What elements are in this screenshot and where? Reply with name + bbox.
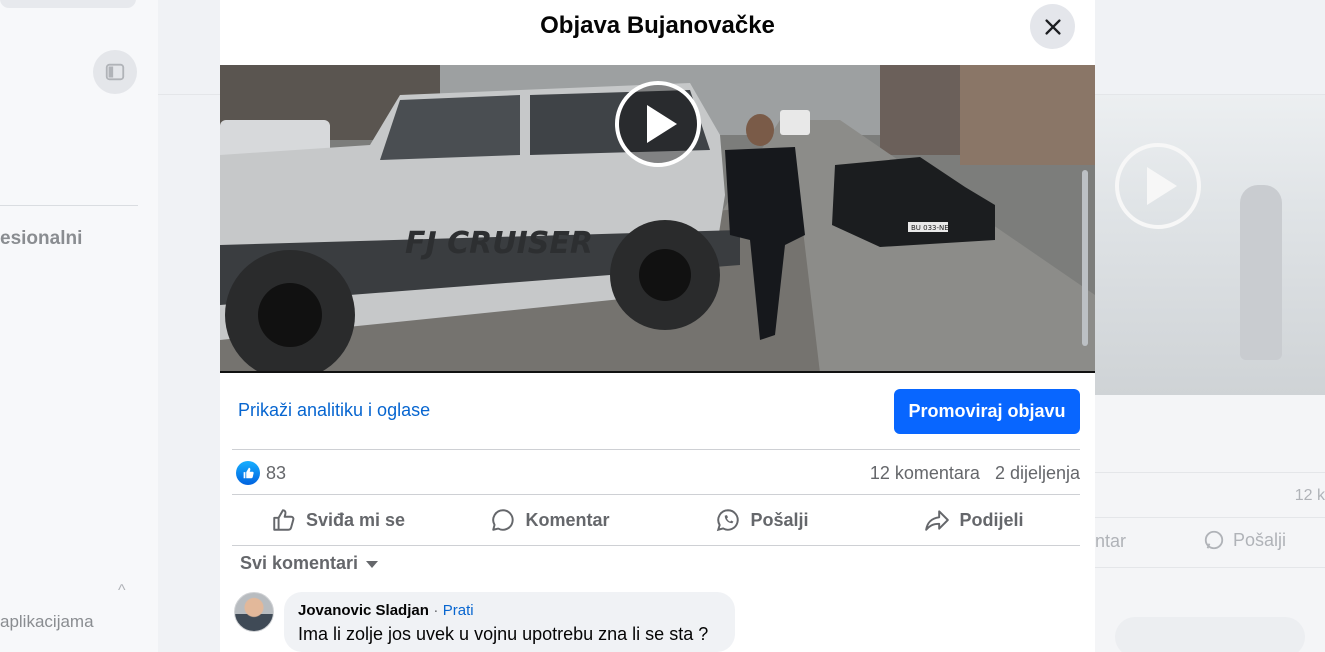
video-player[interactable]: FJ CRUISER BU 033-NE bbox=[220, 65, 1095, 373]
follow-link[interactable]: Prati bbox=[443, 602, 474, 619]
whatsapp-icon bbox=[717, 509, 740, 532]
comment-separator: · bbox=[433, 602, 439, 619]
share-button[interactable]: Podijeli bbox=[868, 498, 1080, 542]
post-modal: Objava Bujanovačke FJ CRUISER BU 033-NE … bbox=[220, 0, 1095, 652]
background-divider bbox=[1095, 472, 1325, 473]
license-plate-text: BU 033-NE bbox=[911, 224, 949, 232]
background-send-label: Pošalji bbox=[1233, 529, 1287, 550]
vehicle-decal-text: FJ CRUISER bbox=[405, 226, 593, 261]
promote-post-button[interactable]: Promoviraj objavu bbox=[894, 389, 1080, 434]
reaction-count: 83 bbox=[266, 462, 287, 483]
background-comment-input bbox=[1115, 617, 1305, 652]
sidebar-apps-label: aplikacijama bbox=[0, 612, 94, 631]
thumbs-up-icon bbox=[273, 509, 295, 531]
background-divider bbox=[1095, 567, 1325, 568]
like-icon bbox=[236, 461, 260, 485]
sort-label: Svi komentari bbox=[240, 553, 359, 573]
whatsapp-icon bbox=[1204, 530, 1224, 550]
background-send-action: Pošalji bbox=[1203, 529, 1286, 551]
divider bbox=[232, 494, 1080, 495]
comment-button[interactable]: Komentar bbox=[444, 498, 656, 542]
send-button[interactable]: Pošalji bbox=[656, 498, 868, 542]
comments-count-link[interactable]: 12 komentara bbox=[870, 463, 980, 484]
sidebar-collapse-button[interactable] bbox=[93, 50, 137, 94]
modal-header: Objava Bujanovačke bbox=[220, 0, 1095, 54]
post-actions: Sviđa mi se Komentar Pošalji Podijeli bbox=[232, 498, 1080, 542]
close-button[interactable] bbox=[1030, 4, 1075, 49]
modal-title: Objava Bujanovačke bbox=[540, 12, 775, 39]
background-person-silhouette bbox=[1240, 185, 1282, 360]
chevron-up-icon: ^ bbox=[118, 582, 126, 599]
avatar[interactable] bbox=[234, 592, 274, 632]
comment-text: Ima li zolje jos uvek u vojnu upotrebu z… bbox=[298, 624, 709, 644]
comment-sort-dropdown[interactable]: Svi komentari bbox=[240, 553, 379, 574]
comment-author[interactable]: Jovanovic Sladjan bbox=[298, 602, 429, 619]
background-post: 12 k ntar Pošalji bbox=[1095, 95, 1325, 652]
comment-icon bbox=[492, 509, 515, 531]
sidebar-divider bbox=[0, 205, 138, 206]
modal-scrollbar[interactable] bbox=[1082, 170, 1088, 346]
play-button[interactable] bbox=[615, 81, 701, 167]
divider bbox=[232, 449, 1080, 450]
caret-down-icon bbox=[366, 561, 379, 568]
background-divider bbox=[1095, 517, 1325, 518]
share-label: Podijeli bbox=[959, 509, 1024, 530]
sidebar-search-pill bbox=[0, 0, 136, 8]
background-video-thumbnail bbox=[1095, 95, 1325, 395]
background-comment-count: 12 k bbox=[1294, 487, 1325, 504]
analytics-link[interactable]: Prikaži analitiku i oglase bbox=[238, 400, 430, 421]
shares-count-link[interactable]: 2 dijeljenja bbox=[995, 463, 1080, 484]
send-label: Pošalji bbox=[750, 509, 809, 530]
engagement-counts: 12 komentara 2 dijeljenja bbox=[870, 463, 1080, 484]
reactions-summary[interactable]: 83 bbox=[236, 461, 286, 485]
close-icon bbox=[1044, 18, 1061, 35]
sidebar-collapse-icon bbox=[105, 63, 125, 81]
background-play-icon bbox=[1115, 143, 1201, 229]
like-label: Sviđa mi se bbox=[305, 509, 406, 530]
sidebar-section-label: esionalni bbox=[0, 228, 83, 249]
comment-label: Komentar bbox=[525, 509, 610, 530]
left-sidebar: esionalni ^ aplikacijama bbox=[0, 0, 158, 652]
background-comment-action: ntar bbox=[1095, 531, 1127, 551]
divider bbox=[232, 545, 1080, 546]
share-icon bbox=[925, 510, 950, 531]
video-border bbox=[220, 371, 1095, 373]
like-button[interactable]: Sviđa mi se bbox=[232, 498, 444, 542]
comment-bubble: Jovanovic Sladjan · Prati Ima li zolje j… bbox=[284, 592, 735, 652]
play-icon bbox=[647, 105, 677, 143]
